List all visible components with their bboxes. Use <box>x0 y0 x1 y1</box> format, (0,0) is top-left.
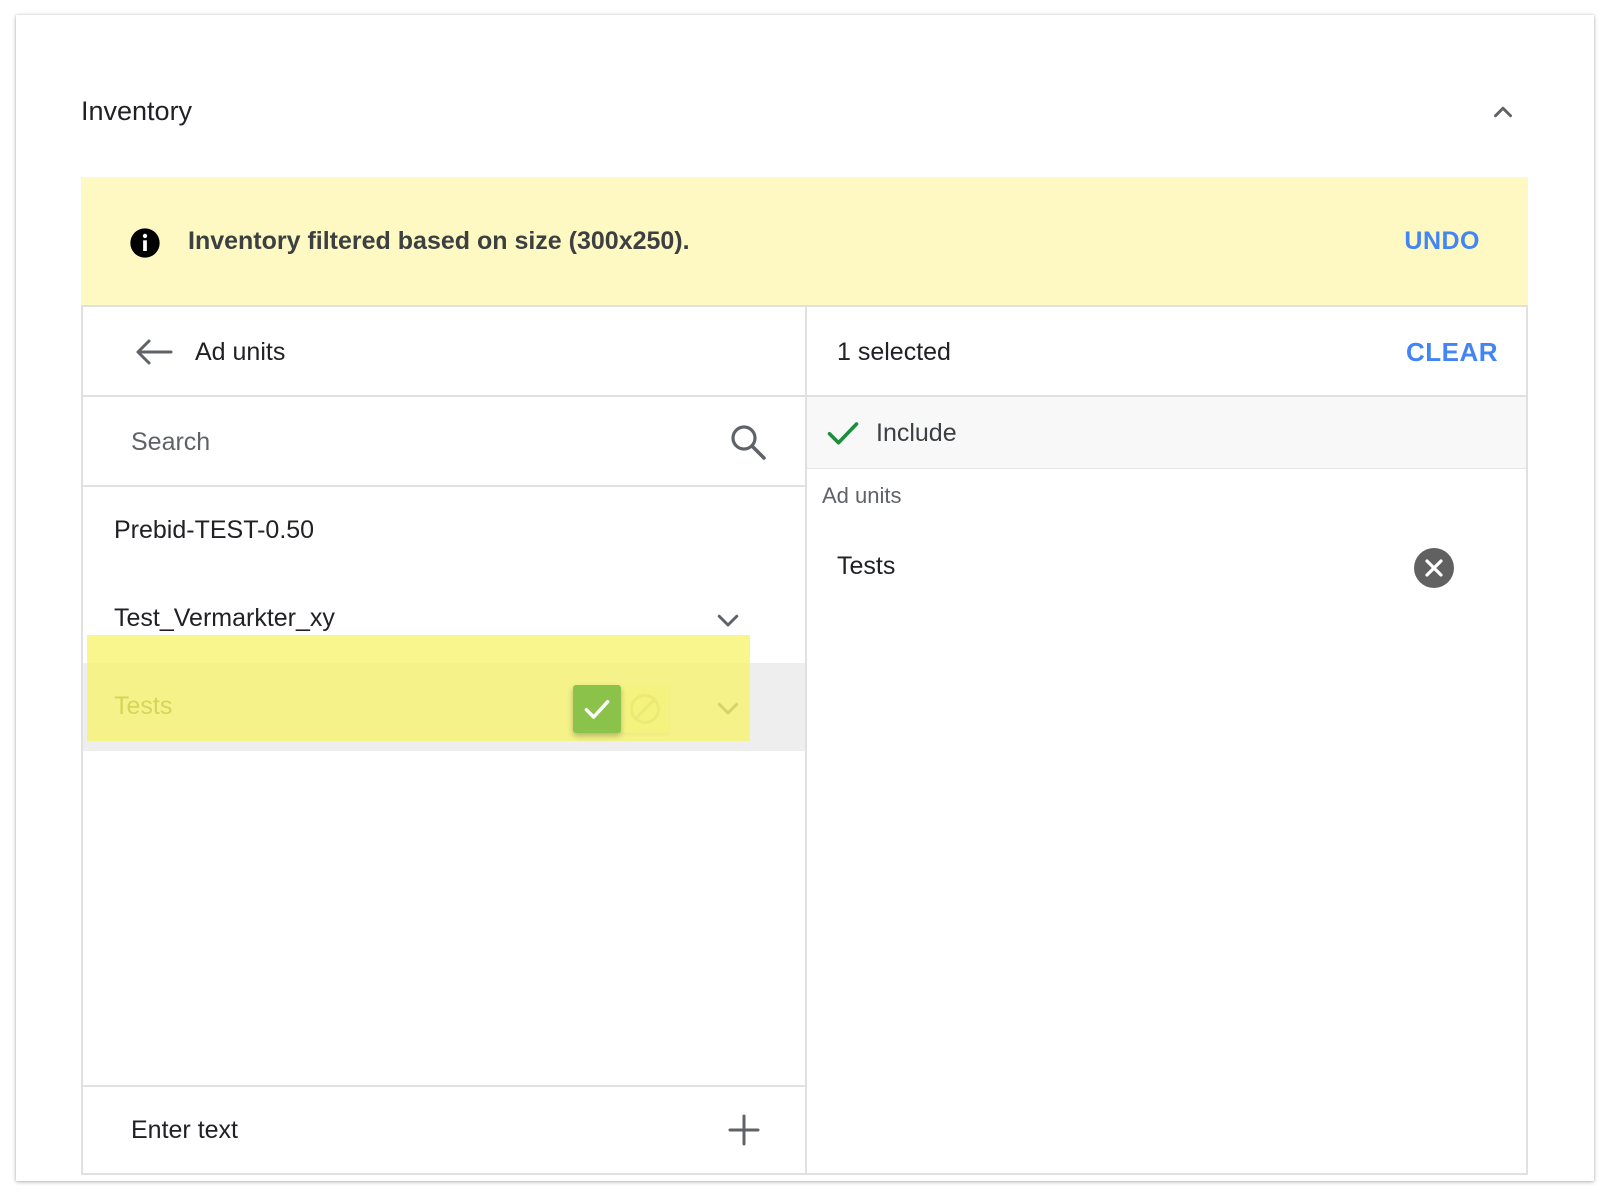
info-icon <box>130 228 160 258</box>
search-icon[interactable] <box>729 423 767 461</box>
section-title: Inventory <box>81 96 193 126</box>
ad-units-browser: Ad units Prebid-TEST-0.50 Test_Vermarkte… <box>81 305 807 1175</box>
enter-text-input[interactable] <box>129 1109 673 1151</box>
block-icon <box>630 694 660 724</box>
chevron-up-icon <box>1494 106 1512 118</box>
exclude-button[interactable] <box>621 685 669 733</box>
check-icon <box>827 422 859 445</box>
list-item[interactable]: Test_Vermarkter_xy <box>83 575 805 663</box>
selection-header: 1 selected CLEAR <box>807 307 1526 397</box>
browser-title: Ad units <box>195 338 286 366</box>
chevron-down-icon[interactable] <box>713 605 743 635</box>
include-section-header: Include <box>807 397 1526 469</box>
remove-button[interactable] <box>1414 548 1454 588</box>
filter-banner: Inventory filtered based on size (300x25… <box>81 177 1528 305</box>
close-icon <box>1425 559 1443 577</box>
include-label: Include <box>876 419 957 447</box>
list-item[interactable]: Tests <box>83 663 805 751</box>
group-label: Ad units <box>822 483 902 508</box>
collapse-button[interactable] <box>1486 95 1520 129</box>
chevron-down-icon[interactable] <box>713 693 743 723</box>
selected-item: Tests <box>807 531 1526 601</box>
inventory-card: Inventory Inventory filtered based on si… <box>16 15 1594 1181</box>
undo-button[interactable]: UNDO <box>1404 225 1480 257</box>
selected-count: 1 selected <box>837 338 951 366</box>
list-item-label: Prebid-TEST-0.50 <box>114 516 315 544</box>
list-item-label: Tests <box>114 692 173 720</box>
include-button[interactable] <box>573 685 621 733</box>
list-item[interactable]: Prebid-TEST-0.50 <box>83 487 805 575</box>
search-row <box>83 397 805 487</box>
browser-header: Ad units <box>83 307 805 397</box>
selected-item-label: Tests <box>837 552 896 580</box>
plus-icon[interactable] <box>727 1113 761 1147</box>
arrow-left-icon[interactable] <box>133 335 173 369</box>
clear-button[interactable]: CLEAR <box>1406 335 1498 369</box>
list-item-label: Test_Vermarkter_xy <box>114 604 335 632</box>
banner-message: Inventory filtered based on size (300x25… <box>188 227 690 255</box>
add-text-row <box>83 1085 805 1173</box>
search-input[interactable] <box>129 421 693 463</box>
selection-panel: 1 selected CLEAR Include Ad units Tests <box>805 305 1528 1175</box>
check-icon <box>584 699 610 719</box>
